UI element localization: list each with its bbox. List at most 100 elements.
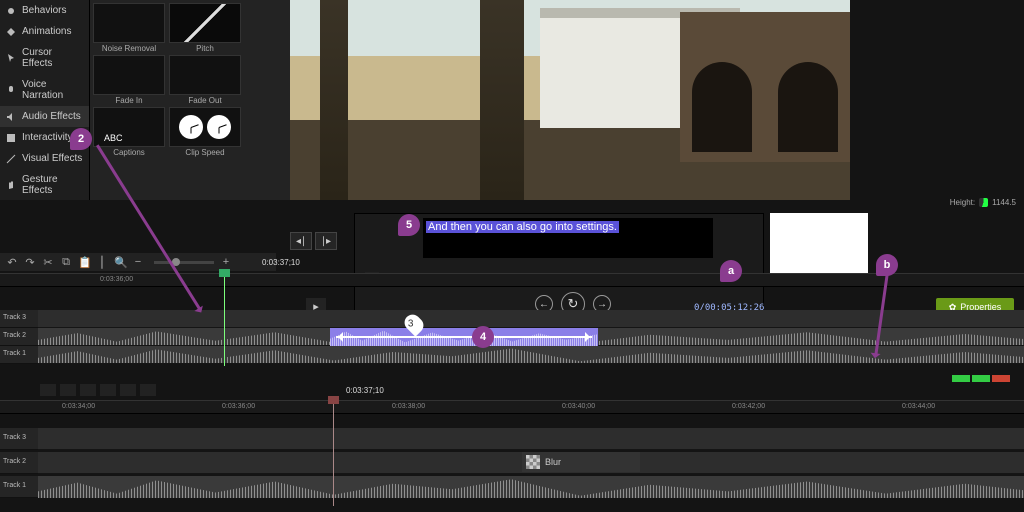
effect-fade-out[interactable]: Fade Out [169, 55, 241, 105]
span-arrow [336, 334, 592, 340]
track-1-lower[interactable] [38, 476, 1024, 498]
sidebar-label: Animations [22, 26, 71, 37]
hand-icon [6, 180, 16, 190]
callout-b: b [876, 254, 898, 276]
sidebar-label: Audio Effects [22, 111, 81, 122]
sidebar-item-visual-effects[interactable]: Visual Effects [0, 148, 89, 169]
effect-clip-speed[interactable]: Clip Speed [169, 107, 241, 157]
blur-label: Blur [545, 457, 561, 467]
zoom-minus-icon[interactable]: − [132, 256, 144, 268]
effects-sidebar: Behaviors Animations Cursor Effects Voic… [0, 0, 90, 200]
effect-captions[interactable]: ABCCaptions [93, 107, 165, 157]
prev-frame-button[interactable]: ◂∣ [290, 232, 312, 250]
color-swatch[interactable] [952, 375, 970, 382]
split-icon[interactable]: ⎮ [96, 256, 108, 268]
transport-controls: ◂∣ ∣▸ [290, 232, 337, 250]
thumb: ABC [93, 107, 165, 147]
thumb [93, 55, 165, 95]
sidebar-label: Voice Narration [22, 79, 83, 101]
sidebar-item-animations[interactable]: Animations [0, 21, 89, 42]
effect-label: Fade Out [169, 96, 241, 105]
playhead-upper[interactable] [224, 271, 225, 366]
ruler-tick: 0:03:44;00 [902, 403, 935, 410]
behavior-icon [6, 6, 16, 16]
video-preview[interactable] [290, 0, 850, 200]
interact-icon [6, 133, 16, 143]
callout-2: 2 [70, 128, 92, 150]
tool-btn[interactable] [80, 384, 96, 396]
caption-text-input[interactable]: And then you can also go into settings. [423, 218, 713, 258]
mic-icon [6, 85, 16, 95]
marker-colors [952, 375, 1010, 382]
abc-badge: ABC [100, 132, 127, 144]
track-label-1-lower[interactable]: Track 1 [0, 476, 38, 498]
playhead-lower[interactable] [333, 398, 334, 506]
height-label: Height: [950, 198, 975, 207]
sidebar-label: Cursor Effects [22, 47, 83, 69]
tool-btn[interactable] [140, 384, 156, 396]
track-label-1[interactable]: Track 1 [0, 346, 38, 364]
effect-noise-removal[interactable]: Noise Removal [93, 3, 165, 53]
ruler-tick: 0:03:36;00 [100, 276, 133, 283]
tool-btn[interactable] [100, 384, 116, 396]
thumb [93, 3, 165, 43]
effects-grid: Noise Removal Pitch Fade In Fade Out ABC… [90, 0, 290, 200]
thumb [169, 107, 241, 147]
playhead-flag-icon [328, 396, 339, 404]
height-value: 1144.5 [992, 198, 1016, 207]
sidebar-label: Gesture Effects [22, 174, 83, 196]
cursor-icon [6, 53, 16, 63]
playhead-timecode: 0:03:37;10 [262, 258, 300, 267]
undo-icon[interactable]: ↶ [6, 256, 18, 268]
timeline-ruler-lower[interactable]: 0:03:34;00 0:03:36;00 0:03:38;00 0:03:40… [0, 400, 1024, 414]
track-3-lower[interactable] [38, 428, 1024, 450]
track-label-2-lower[interactable]: Track 2 [0, 452, 38, 474]
speaker-icon [6, 112, 16, 122]
color-swatch[interactable] [992, 375, 1010, 382]
tool-btn[interactable] [60, 384, 76, 396]
thumb [169, 55, 241, 95]
track-3[interactable] [38, 310, 1024, 328]
copy-icon[interactable]: ⧉ [60, 256, 72, 268]
ruler-tick: 0:03:38;00 [392, 403, 425, 410]
sidebar-item-behaviors[interactable]: Behaviors [0, 0, 89, 21]
blur-clip[interactable]: Blur [522, 452, 640, 472]
tool-btn[interactable] [40, 384, 56, 396]
sidebar-label: Visual Effects [22, 153, 82, 164]
tool-btn[interactable] [120, 384, 136, 396]
sidebar-item-cursor-effects[interactable]: Cursor Effects [0, 42, 89, 74]
height-readout: Height: 1144.5 [950, 198, 1016, 207]
sidebar-item-gesture-effects[interactable]: Gesture Effects [0, 169, 89, 201]
height-icon [979, 198, 988, 207]
ruler-tick: 0:03:40;00 [562, 403, 595, 410]
slide-thumb [770, 213, 868, 273]
track-label-2[interactable]: Track 2 [0, 328, 38, 346]
sidebar-item-voice-narration[interactable]: Voice Narration [0, 74, 89, 106]
effect-label: Fade In [93, 96, 165, 105]
redo-icon[interactable]: ↷ [24, 256, 36, 268]
track-label-3[interactable]: Track 3 [0, 310, 38, 328]
effect-label: Clip Speed [169, 148, 241, 157]
callout-5: 5 [398, 214, 420, 236]
sidebar-label: Behaviors [22, 5, 66, 16]
audio-clip-lower[interactable] [38, 476, 1024, 498]
timeline-lower-tools [40, 384, 156, 396]
effect-fade-in[interactable]: Fade In [93, 55, 165, 105]
zoom-plus-icon[interactable]: + [220, 256, 232, 268]
thumb [169, 3, 241, 43]
timeline-ruler-upper[interactable]: 0:03:36;00 [0, 273, 1024, 287]
zoom-slider[interactable] [154, 261, 214, 264]
track-label-3-lower[interactable]: Track 3 [0, 428, 38, 450]
effect-pitch[interactable]: Pitch [169, 3, 241, 53]
zoom-icon[interactable]: 🔍 [114, 256, 126, 268]
cut-icon[interactable]: ✂ [42, 256, 54, 268]
ruler-tick: 0:03:42;00 [732, 403, 765, 410]
paste-icon[interactable]: 📋 [78, 256, 90, 268]
color-swatch[interactable] [972, 375, 990, 382]
ruler-tick: 0:03:34;00 [62, 403, 95, 410]
wand-icon [6, 154, 16, 164]
sidebar-item-audio-effects[interactable]: Audio Effects [0, 106, 89, 127]
animation-icon [6, 27, 16, 37]
next-frame-button[interactable]: ∣▸ [315, 232, 337, 250]
sidebar-label: Interactivity [22, 132, 73, 143]
